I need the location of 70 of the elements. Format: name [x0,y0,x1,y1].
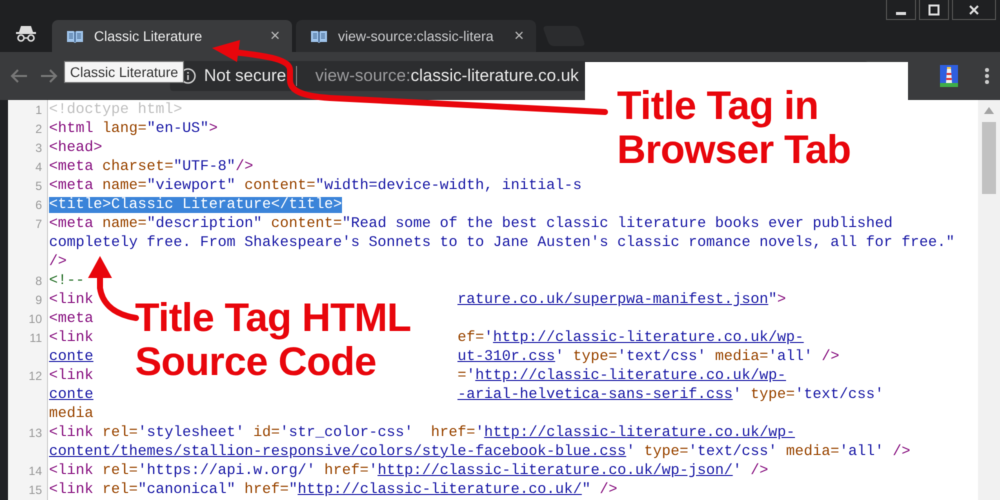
code-line: <link [49,368,94,384]
source-link[interactable]: http://classic-literature.co.uk/wp-json/ [378,463,733,479]
source-link[interactable]: http://classic-literature.co.uk/wp- [492,330,804,346]
maximize-icon[interactable] [928,4,940,16]
line-number: 13 [28,426,42,440]
annotation-text: Source Code [135,340,378,384]
code-line: completely free. From Shakespeare's Sonnets to to Jane Austen's classic romance novels, all for free." [49,235,955,251]
code-line: <link rel='https://api.w.org/' href='http://classic-literature.co.uk/wp-json/' /> [49,463,768,479]
line-number: 1 [35,103,42,117]
code-line: ='http://classic-literature.co.uk/wp- [457,367,786,386]
code-line: <!-- [49,273,85,289]
code-line: <html lang="en-US"> [49,121,218,137]
security-label: Not secure [204,66,286,86]
code-line: <meta charset="UTF-8"/> [49,159,254,175]
annotation-text: Browser Tab [617,128,852,172]
line-number: 5 [35,179,42,193]
menu-icon[interactable] [984,67,990,85]
source-link[interactable]: -arial-helvetica-sans-serif.css [457,387,733,403]
code-line: <!doctype html> [49,102,182,118]
scrollbar[interactable] [978,100,1000,500]
code-line: ut-310r.css' type='text/css' media='all' /> [457,348,840,367]
source-link[interactable]: http://classic-literature.co.uk/wp- [484,425,795,441]
tooltip: Classic Literature [64,61,184,83]
code-line: <meta name="viewport" content="width=device-width, initial-s [49,178,582,194]
annotation-text: Title Tag HTML [135,296,412,340]
browser-tab[interactable]: Classic Literature × [52,20,292,52]
line-number: 2 [35,122,42,136]
lighthouse-icon[interactable] [940,65,958,87]
code-line: <link rel='stylesheet' id='str_color-css' href='http://classic-literature.co.uk/wp- [49,425,795,441]
code-line: <link rel="canonical" href="http://classic-literature.co.uk/" /> [49,482,618,498]
back-arrow-icon[interactable] [10,68,28,84]
source-link[interactable]: http://classic-literature.co.uk/wp- [475,368,786,384]
line-number: 12 [28,369,42,383]
scrollbar-thumb[interactable] [982,122,996,194]
close-icon[interactable] [968,4,980,16]
code-line: <meta [49,311,94,327]
incognito-icon [15,24,37,42]
book-icon [310,29,328,43]
code-line: ef='http://classic-literature.co.uk/wp- [457,329,804,348]
code-line: media [49,406,94,422]
forward-arrow-icon[interactable] [40,68,58,84]
code-line: -arial-helvetica-sans-serif.css' type='text/css' [457,386,884,405]
code-line: <meta name="description" content="Read some of the best classic literature books ever published [49,216,893,232]
source-link[interactable]: content/themes/stallion-responsive/colors/style-facebook-blue.css [49,444,626,460]
code-line: rature.co.uk/superpwa-manifest.json"> [457,291,786,310]
line-number: 10 [28,312,42,326]
line-number: 14 [28,464,42,478]
tab-close-icon[interactable]: × [270,26,280,46]
code-line: content/themes/stallion-responsive/colors/style-facebook-blue.css' type='text/css' media='all' /> [49,444,910,460]
line-number: 8 [35,274,42,288]
code-line: <link [49,330,94,346]
browser-tab[interactable]: view-source:classic-litera × [296,20,536,52]
source-link[interactable]: rature.co.uk/superpwa-manifest.json [457,292,768,308]
book-icon [66,29,84,43]
line-number: 6 [35,198,42,212]
url-text: view-source:classic-literature.co.uk [315,66,579,86]
source-link[interactable]: ut-310r.css [457,349,556,365]
tab-close-icon[interactable]: × [514,26,524,46]
line-number: 11 [30,331,42,345]
code-line: <link [49,292,94,308]
line-number: 15 [28,483,42,497]
source-link[interactable]: conte [49,387,94,403]
line-number: 3 [35,141,42,155]
source-link[interactable]: http://classic-literature.co.uk/ [298,482,582,498]
code-line: <head> [49,140,102,156]
line-number: 9 [35,293,42,307]
line-number: 7 [35,217,42,231]
source-link[interactable]: conte [49,349,94,365]
code-line: /> [49,254,67,270]
line-number: 4 [35,160,42,174]
